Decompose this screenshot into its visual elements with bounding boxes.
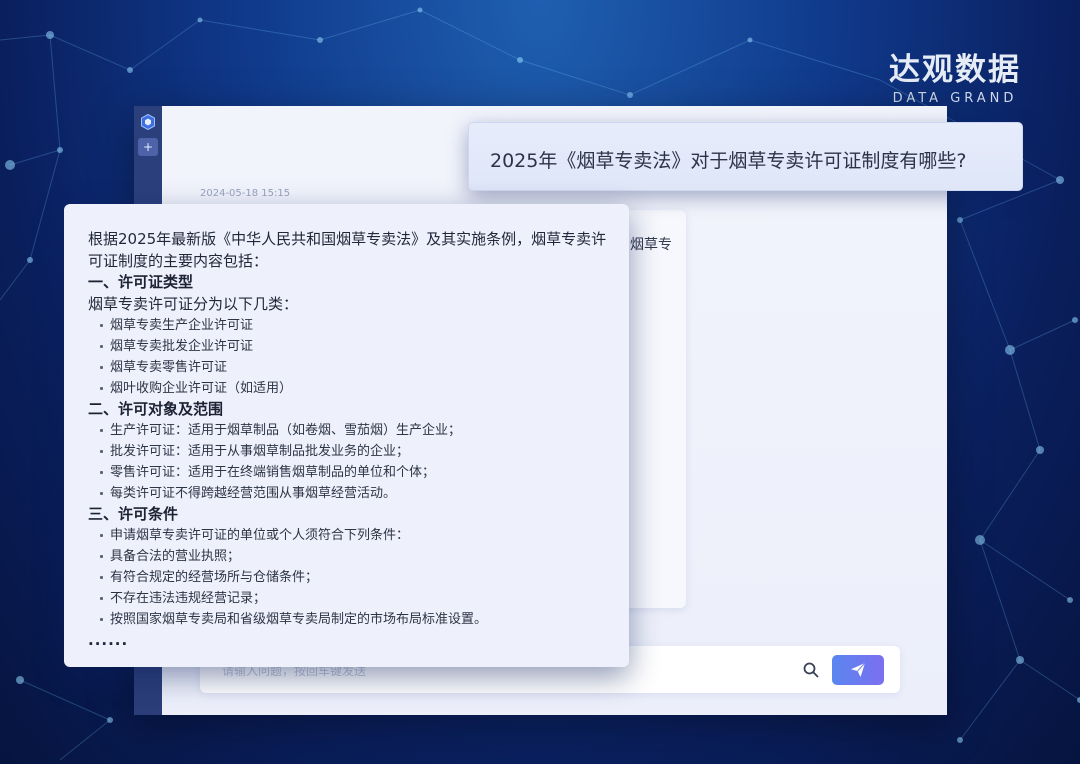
scope-list: 生产许可证：适用于烟草制品（如卷烟、雪茄烟）生产企业； 批发许可证：适用于从事烟… (88, 420, 611, 504)
brand-logo: 达观数据 DATA GRAND (884, 44, 1026, 106)
new-chat-button[interactable]: + (138, 138, 158, 156)
section-title-scope: 二、许可对象及范围 (88, 400, 224, 418)
question-bubble: 2025年《烟草专卖法》对于烟草专卖许可证制度有哪些? (468, 122, 1023, 191)
section-title-license-types: 一、许可证类型 (88, 273, 194, 291)
background-answer-text: 烟草专 (630, 237, 672, 253)
list-item: 烟草专卖零售许可证 (88, 357, 611, 378)
list-item: 烟草专卖生产企业许可证 (88, 315, 611, 336)
conditions-list: 申请烟草专卖许可证的单位或个人须符合下列条件： 具备合法的营业执照； 有符合规定… (88, 525, 611, 630)
list-item: 生产许可证：适用于烟草制品（如卷烟、雪茄烟）生产企业； (88, 420, 611, 441)
brand-name-en: DATA GRAND (892, 91, 1018, 106)
license-types-list: 烟草专卖生产企业许可证 烟草专卖批发企业许可证 烟草专卖零售许可证 烟叶收购企业… (88, 315, 611, 399)
list-item: 零售许可证：适用于在终端销售烟草制品的单位和个体； (88, 462, 611, 483)
hexagon-logo-icon[interactable] (141, 114, 155, 130)
section-subtitle-license-types: 烟草专卖许可证分为以下几类： (88, 295, 299, 313)
background-answer-bubble: 烟草专 (624, 210, 686, 608)
send-button[interactable] (832, 655, 884, 685)
send-icon (851, 662, 866, 677)
search-button[interactable] (796, 655, 826, 685)
list-item: 烟叶收购企业许可证（如适用） (88, 378, 611, 399)
search-icon (803, 662, 819, 678)
answer-ellipsis: ...... (88, 631, 129, 649)
answer-card: 根据2025年最新版《中华人民共和国烟草专卖法》及其实施条例，烟草专卖许可证制度… (64, 204, 629, 667)
brand-name-cn: 达观数据 (889, 52, 1021, 88)
list-item: 不存在违法违规经营记录； (88, 588, 611, 609)
list-item: 烟草专卖批发企业许可证 (88, 336, 611, 357)
list-item: 每类许可证不得跨越经营范围从事烟草经营活动。 (88, 483, 611, 504)
section-title-conditions: 三、许可条件 (88, 505, 179, 523)
list-item: 有符合规定的经营场所与仓储条件； (88, 567, 611, 588)
question-text: 2025年《烟草专卖法》对于烟草专卖许可证制度有哪些? (490, 150, 967, 172)
list-item: 批发许可证：适用于从事烟草制品批发业务的企业； (88, 441, 611, 462)
answer-intro: 根据2025年最新版《中华人民共和国烟草专卖法》及其实施条例，烟草专卖许可证制度… (88, 230, 607, 270)
list-item: 申请烟草专卖许可证的单位或个人须符合下列条件： (88, 525, 611, 546)
list-item: 按照国家烟草专卖局和省级烟草专卖局制定的市场布局标准设置。 (88, 609, 611, 630)
list-item: 具备合法的营业执照； (88, 546, 611, 567)
message-timestamp: 2024-05-18 15:15 (200, 188, 291, 199)
